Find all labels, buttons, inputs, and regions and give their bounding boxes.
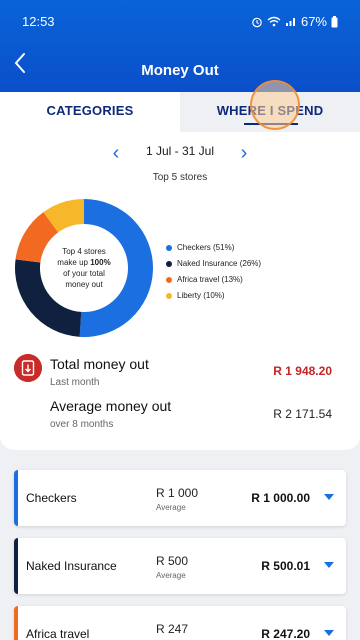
store-color-bar: [14, 538, 18, 594]
signal-icon: [285, 18, 295, 26]
legend-item: Naked Insurance (26%): [166, 256, 261, 272]
store-average-value: R 1 000: [156, 486, 199, 500]
store-row-africa-travel[interactable]: Africa travel R 247 R 247.20: [14, 606, 346, 640]
store-name: Checkers: [26, 491, 77, 505]
chart-subtitle: Top 5 stores: [152, 172, 208, 183]
center-line-3: of your total: [63, 269, 105, 278]
store-average-value: R 500: [156, 554, 189, 568]
legend-label: Africa travel (13%): [177, 275, 243, 284]
date-range: 1 Jul - 31 Jul: [145, 144, 215, 158]
center-line-2: make up 100%: [40, 257, 128, 268]
previous-month-icon[interactable]: ‹: [108, 143, 124, 164]
status-time: 12:53: [22, 14, 55, 29]
chevron-down-icon[interactable]: [324, 630, 334, 636]
store-color-bar: [14, 606, 18, 640]
alarm-icon: [252, 17, 262, 27]
store-color-bar: [14, 470, 18, 526]
legend-dot: [166, 245, 172, 251]
legend-dot: [166, 293, 172, 299]
battery-percent: 67%: [300, 14, 327, 29]
total-money-out-amount: R 1 948.20: [273, 364, 332, 378]
date-navigator: ‹ 1 Jul - 31 Jul ›: [0, 143, 360, 164]
spend-summary-card: ‹ 1 Jul - 31 Jul › Top 5 stores Top 4 st…: [0, 132, 360, 450]
legend-dot: [166, 261, 172, 267]
center-highlight: 100%: [90, 258, 111, 267]
store-amount: R 1 000.00: [251, 491, 310, 505]
chart-legend: Checkers (51%) Naked Insurance (26%) Afr…: [166, 240, 261, 304]
total-money-out-period: Last month: [50, 377, 100, 388]
legend-label: Naked Insurance (26%): [177, 259, 262, 268]
center-line-2-text: make up: [57, 258, 88, 267]
tab-bar: CATEGORIES WHERE I SPEND: [0, 92, 360, 132]
status-bar: 12:53 67%: [22, 14, 338, 32]
chevron-down-icon[interactable]: [324, 494, 334, 500]
legend-dot: [166, 277, 172, 283]
legend-label: Liberty (10%): [177, 291, 225, 300]
store-name: Africa travel: [26, 627, 90, 640]
money-out-icon: [14, 354, 42, 382]
wifi-icon: [267, 16, 281, 27]
store-amount: R 500.01: [261, 559, 310, 573]
center-line-4: money out: [65, 280, 103, 289]
tab-categories[interactable]: CATEGORIES: [0, 92, 180, 132]
status-icons: 67%: [251, 14, 338, 29]
center-line-1: Top 4 stores: [62, 247, 106, 256]
store-average-label: Average: [156, 571, 186, 580]
legend-item: Checkers (51%): [166, 240, 261, 256]
store-name: Naked Insurance: [26, 559, 117, 573]
legend-item: Africa travel (13%): [166, 272, 261, 288]
donut-center-text: Top 4 stores make up 100% of your total …: [40, 246, 128, 290]
legend-item: Liberty (10%): [166, 288, 261, 304]
next-month-icon[interactable]: ›: [236, 143, 252, 164]
total-money-out-label: Total money out: [50, 356, 149, 372]
store-row-naked-insurance[interactable]: Naked Insurance R 500 Average R 500.01: [14, 538, 346, 594]
average-money-out-amount: R 2 171.54: [273, 407, 332, 421]
chevron-down-icon[interactable]: [324, 562, 334, 568]
touch-indicator: [250, 80, 300, 130]
store-amount: R 247.20: [261, 627, 310, 640]
store-average-value: R 247: [156, 622, 189, 636]
average-money-out-label: Average money out: [50, 398, 172, 414]
average-money-out-period: over 8 months: [50, 419, 114, 430]
store-average-label: Average: [156, 503, 186, 512]
battery-icon: [331, 15, 338, 27]
page-title: Money Out: [141, 62, 219, 79]
store-row-checkers[interactable]: Checkers R 1 000 Average R 1 000.00: [14, 470, 346, 526]
app-header: 12:53 67% Money Out: [0, 0, 360, 92]
legend-label: Checkers (51%): [177, 243, 235, 252]
